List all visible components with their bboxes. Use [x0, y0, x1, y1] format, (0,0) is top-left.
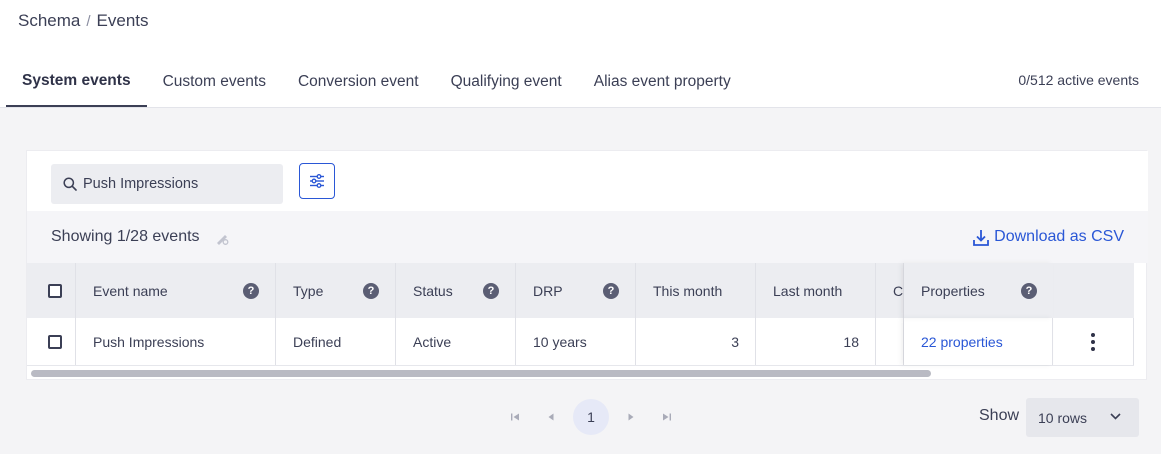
- tab-system-events[interactable]: System events: [6, 56, 147, 107]
- help-icon[interactable]: ?: [1021, 282, 1037, 299]
- column-c[interactable]: C: [876, 263, 904, 318]
- rows-per-page-label: Show: [979, 407, 1020, 424]
- help-icon[interactable]: ?: [483, 282, 499, 299]
- search-box[interactable]: [51, 164, 283, 204]
- breadcrumb-schema[interactable]: Schema: [18, 11, 80, 31]
- column-label: Status: [413, 282, 453, 299]
- tab-custom-events[interactable]: Custom events: [147, 56, 282, 107]
- horizontal-scrollbar[interactable]: [29, 369, 1146, 379]
- rows-per-page-select[interactable]: 10 rows: [1026, 398, 1139, 437]
- select-all-cell: [27, 263, 76, 318]
- table-row[interactable]: Push Impressions Defined Active 10 years…: [27, 318, 1134, 366]
- previous-page-icon[interactable]: [533, 400, 569, 434]
- showing-count: Showing 1/28 events: [51, 228, 200, 245]
- cell-drp: 10 years: [516, 318, 636, 365]
- breadcrumb-separator: /: [86, 12, 91, 30]
- column-properties[interactable]: Properties ?: [904, 263, 1053, 318]
- events-table: Event name ? Type ? Status ? DRP ? This …: [27, 263, 1134, 366]
- events-card: Showing 1/28 events Download as CSV Even…: [26, 150, 1148, 380]
- row-select-cell: [27, 318, 76, 365]
- card-toolbar: [27, 151, 1148, 211]
- clear-sort-icon[interactable]: [215, 231, 229, 245]
- breadcrumb-events: Events: [96, 11, 149, 30]
- help-icon[interactable]: ?: [603, 282, 619, 299]
- tab-alias-event-property[interactable]: Alias event property: [578, 56, 747, 107]
- tab-conversion-event[interactable]: Conversion event: [282, 56, 435, 107]
- event-tabs: System events Custom events Conversion e…: [6, 56, 747, 108]
- column-actions: [1053, 263, 1134, 318]
- column-label: Type: [293, 282, 324, 299]
- select-all-checkbox[interactable]: [48, 283, 62, 298]
- active-events-count: 0/512 active events: [1018, 72, 1139, 88]
- scrollbar-thumb[interactable]: [31, 370, 931, 377]
- chevron-down-icon: [1110, 413, 1121, 420]
- cell-this-month: 3: [636, 318, 756, 365]
- pagination: 1: [497, 399, 685, 435]
- column-label: DRP: [533, 282, 563, 299]
- cell-c: [876, 318, 904, 365]
- column-this-month[interactable]: This month: [636, 263, 756, 318]
- cell-actions: [1053, 318, 1134, 365]
- download-csv-button[interactable]: Download as CSV: [973, 228, 1124, 246]
- first-page-icon[interactable]: [497, 400, 533, 434]
- download-icon: [973, 229, 990, 246]
- column-drp[interactable]: DRP ?: [516, 263, 636, 318]
- help-icon[interactable]: ?: [243, 282, 259, 299]
- cell-status: Active: [396, 318, 516, 365]
- cell-type: Defined: [276, 318, 396, 365]
- help-icon[interactable]: ?: [363, 282, 379, 299]
- tab-qualifying-event[interactable]: Qualifying event: [435, 56, 578, 107]
- column-label: Last month: [773, 282, 843, 299]
- cell-last-month: 18: [756, 318, 876, 365]
- cell-event-name: Push Impressions: [76, 318, 276, 365]
- search-input[interactable]: [83, 176, 263, 192]
- column-label: This month: [653, 282, 723, 299]
- next-page-icon[interactable]: [613, 400, 649, 434]
- search-icon: [63, 177, 77, 191]
- more-options-icon[interactable]: [1091, 331, 1095, 352]
- cell-properties: 22 properties: [904, 318, 1053, 365]
- column-last-month[interactable]: Last month: [756, 263, 876, 318]
- page-header: Schema / Events System events Custom eve…: [0, 0, 1161, 108]
- last-page-icon[interactable]: [649, 400, 685, 434]
- sliders-icon: [310, 174, 324, 188]
- download-label: Download as CSV: [994, 228, 1124, 245]
- rows-per-page-value: 10 rows: [1038, 409, 1088, 426]
- column-status[interactable]: Status ?: [396, 263, 516, 318]
- row-checkbox[interactable]: [48, 334, 62, 349]
- page-number-button[interactable]: 1: [573, 399, 609, 435]
- filter-button[interactable]: [299, 163, 335, 199]
- table-header: Event name ? Type ? Status ? DRP ? This …: [27, 263, 1134, 318]
- properties-link[interactable]: 22 properties: [921, 334, 1003, 350]
- column-label: C: [893, 282, 904, 299]
- column-type[interactable]: Type ?: [276, 263, 396, 318]
- summary-bar: Showing 1/28 events Download as CSV: [27, 211, 1148, 263]
- breadcrumb: Schema / Events: [18, 11, 149, 31]
- column-event-name[interactable]: Event name ?: [76, 263, 276, 318]
- column-label: Properties: [921, 282, 985, 299]
- column-label: Event name: [93, 282, 168, 299]
